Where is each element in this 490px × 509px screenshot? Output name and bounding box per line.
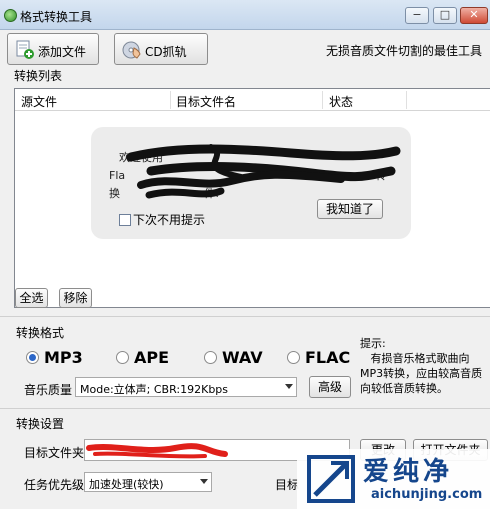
main-window: 添加文件 CD抓轨 无损音质文件切割的最佳工具 转换列表 源文件 目标文件名 状… xyxy=(0,30,490,509)
convert-format-label: 转换格式 xyxy=(16,326,65,340)
close-button[interactable]: ✕ xyxy=(460,7,488,24)
watermark-url: aichunjing.com xyxy=(371,487,483,502)
maximize-button[interactable]: □ xyxy=(433,7,457,24)
priority-value: 加速处理(较快) xyxy=(89,478,164,491)
priority-select[interactable]: 加速处理(较快) xyxy=(84,472,212,492)
slogan-text: 无损音质文件切割的最佳工具 xyxy=(325,44,482,58)
select-all-button[interactable]: 全选 xyxy=(15,288,48,308)
target-label: 目标 xyxy=(275,478,300,492)
welcome-tip-panel: 欢迎使用 转 Fla 换 件! 下次不用提示 我知道了 xyxy=(91,127,411,239)
radio-selected[interactable] xyxy=(26,351,39,364)
format-option-ape[interactable]: APE xyxy=(116,348,169,367)
quality-label: 音乐质量 xyxy=(24,383,73,397)
format-label-wav: WAV xyxy=(222,348,263,367)
radio[interactable] xyxy=(287,351,300,364)
file-list[interactable]: 源文件 目标文件名 状态 欢迎使用 转 Fla 换 件! 下次不用提示 我知道了 xyxy=(14,88,490,308)
dont-show-again-label: 下次不用提示 xyxy=(133,213,206,227)
add-file-label: 添加文件 xyxy=(38,45,87,59)
redaction-mark xyxy=(86,443,228,459)
window-title: 格式转换工具 xyxy=(20,10,93,24)
add-file-icon xyxy=(16,40,34,59)
advanced-button[interactable]: 高级 xyxy=(309,376,351,398)
cd-rip-button[interactable]: CD抓轨 xyxy=(114,33,208,65)
list-header: 源文件 目标文件名 状态 xyxy=(15,89,490,111)
radio[interactable] xyxy=(116,351,129,364)
radio[interactable] xyxy=(204,351,217,364)
format-option-wav[interactable]: WAV xyxy=(204,348,263,367)
convert-list-label: 转换列表 xyxy=(14,69,63,83)
checkbox-box[interactable] xyxy=(119,214,131,226)
cd-rip-label: CD抓轨 xyxy=(145,45,187,59)
remove-button[interactable]: 移除 xyxy=(59,288,92,308)
minimize-button[interactable]: − xyxy=(405,7,429,24)
title-bar: 格式转换工具 − □ ✕ xyxy=(0,0,490,30)
watermark: 爱纯净 aichunjing.com xyxy=(297,449,490,509)
chevron-down-icon xyxy=(200,479,208,484)
quality-select[interactable]: Mode:立体声; CBR:192Kbps xyxy=(75,377,297,397)
format-hint: 提示: 有损音乐格式歌曲向MP3转换，应由较高音质向较低音质转换。 xyxy=(360,337,483,395)
dont-show-again-checkbox[interactable]: 下次不用提示 xyxy=(119,211,205,228)
chevron-down-icon xyxy=(285,384,293,389)
quality-value: Mode:立体声; CBR:192Kbps xyxy=(80,383,229,396)
format-option-flac[interactable]: FLAC xyxy=(287,348,350,367)
format-option-mp3[interactable]: MP3 xyxy=(26,348,83,367)
app-icon xyxy=(4,9,17,22)
watermark-name: 爱纯净 xyxy=(363,457,454,487)
column-status[interactable]: 状态 xyxy=(329,93,353,110)
priority-label: 任务优先级 xyxy=(24,478,85,492)
cd-icon xyxy=(122,41,141,59)
got-it-button[interactable]: 我知道了 xyxy=(317,199,383,219)
format-label-mp3: MP3 xyxy=(44,348,83,367)
divider xyxy=(0,316,490,317)
column-source-file[interactable]: 源文件 xyxy=(21,93,57,110)
target-folder-label: 目标文件夹 xyxy=(24,446,85,460)
format-label-flac: FLAC xyxy=(305,348,351,367)
divider xyxy=(0,408,490,409)
column-target-name[interactable]: 目标文件名 xyxy=(176,93,236,110)
watermark-logo-icon xyxy=(307,455,355,503)
add-file-button[interactable]: 添加文件 xyxy=(7,33,99,65)
convert-settings-label: 转换设置 xyxy=(16,417,65,431)
format-label-ape: APE xyxy=(134,348,170,367)
